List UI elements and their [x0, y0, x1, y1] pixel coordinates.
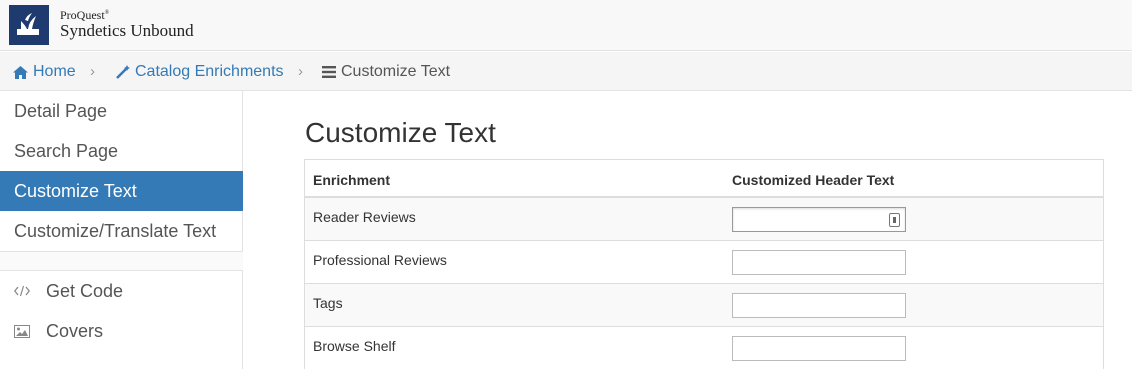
- breadcrumb-home[interactable]: Home: [13, 63, 76, 81]
- page-title: Customize Text: [305, 117, 496, 148]
- sidebar-item-covers-label: Covers: [46, 321, 104, 341]
- reader-reviews-header-input[interactable]: [732, 207, 906, 232]
- code-icon: [14, 271, 32, 311]
- top-header: ProQuest® Syndetics Unbound: [0, 0, 1132, 51]
- column-header-enrichment: Enrichment: [313, 172, 391, 188]
- enrichment-name: Reader Reviews: [313, 209, 416, 225]
- logo-mark-icon: [17, 13, 39, 35]
- sidebar-item-detail-page[interactable]: Detail Page: [0, 91, 243, 131]
- magic-wand-icon: [116, 65, 130, 79]
- table-row: Reader Reviews: [305, 198, 1103, 241]
- home-icon: [13, 65, 28, 79]
- list-icon: [322, 66, 336, 78]
- breadcrumb-catalog-enrichments[interactable]: Catalog Enrichments: [116, 63, 284, 81]
- breadcrumb-separator-icon: ›: [298, 63, 303, 80]
- proquest-logo[interactable]: [9, 5, 49, 45]
- enrichment-name: Professional Reviews: [313, 252, 447, 268]
- breadcrumb-home-label: Home: [33, 63, 76, 80]
- breadcrumb-catalog-enrichments-label: Catalog Enrichments: [135, 63, 284, 80]
- breadcrumb-current: Customize Text: [322, 63, 450, 81]
- password-manager-icon[interactable]: [889, 213, 900, 227]
- browse-shelf-header-input[interactable]: [732, 336, 906, 361]
- breadcrumb: Home › Catalog Enrichments › Customize T…: [0, 52, 1132, 91]
- sidebar-divider: [0, 251, 243, 271]
- table-row: Tags: [305, 284, 1103, 327]
- breadcrumb-current-label: Customize Text: [341, 63, 451, 80]
- table-row: Browse Shelf: [305, 327, 1103, 369]
- table-header-row: Enrichment Customized Header Text: [305, 160, 1103, 198]
- table-row: Professional Reviews: [305, 241, 1103, 284]
- sidebar: Detail Page Search Page Customize Text C…: [0, 91, 243, 369]
- sidebar-item-search-page[interactable]: Search Page: [0, 131, 243, 171]
- sidebar-item-customize-text[interactable]: Customize Text: [0, 171, 243, 211]
- image-icon: [14, 311, 32, 351]
- professional-reviews-header-input[interactable]: [732, 250, 906, 275]
- enrichment-name: Tags: [313, 295, 343, 311]
- breadcrumb-separator-icon: ›: [90, 63, 95, 80]
- sidebar-item-customize-translate-text[interactable]: Customize/Translate Text: [0, 211, 243, 251]
- enrichment-name: Browse Shelf: [313, 338, 396, 354]
- sidebar-item-covers[interactable]: Covers: [0, 311, 243, 351]
- sidebar-item-get-code[interactable]: Get Code: [0, 271, 243, 311]
- brand-product-name: Syndetics Unbound: [60, 21, 194, 40]
- customize-text-table: Enrichment Customized Header Text Reader…: [304, 159, 1104, 369]
- column-header-customized-header-text: Customized Header Text: [732, 172, 895, 188]
- tags-header-input[interactable]: [732, 293, 906, 318]
- sidebar-item-get-code-label: Get Code: [46, 281, 124, 301]
